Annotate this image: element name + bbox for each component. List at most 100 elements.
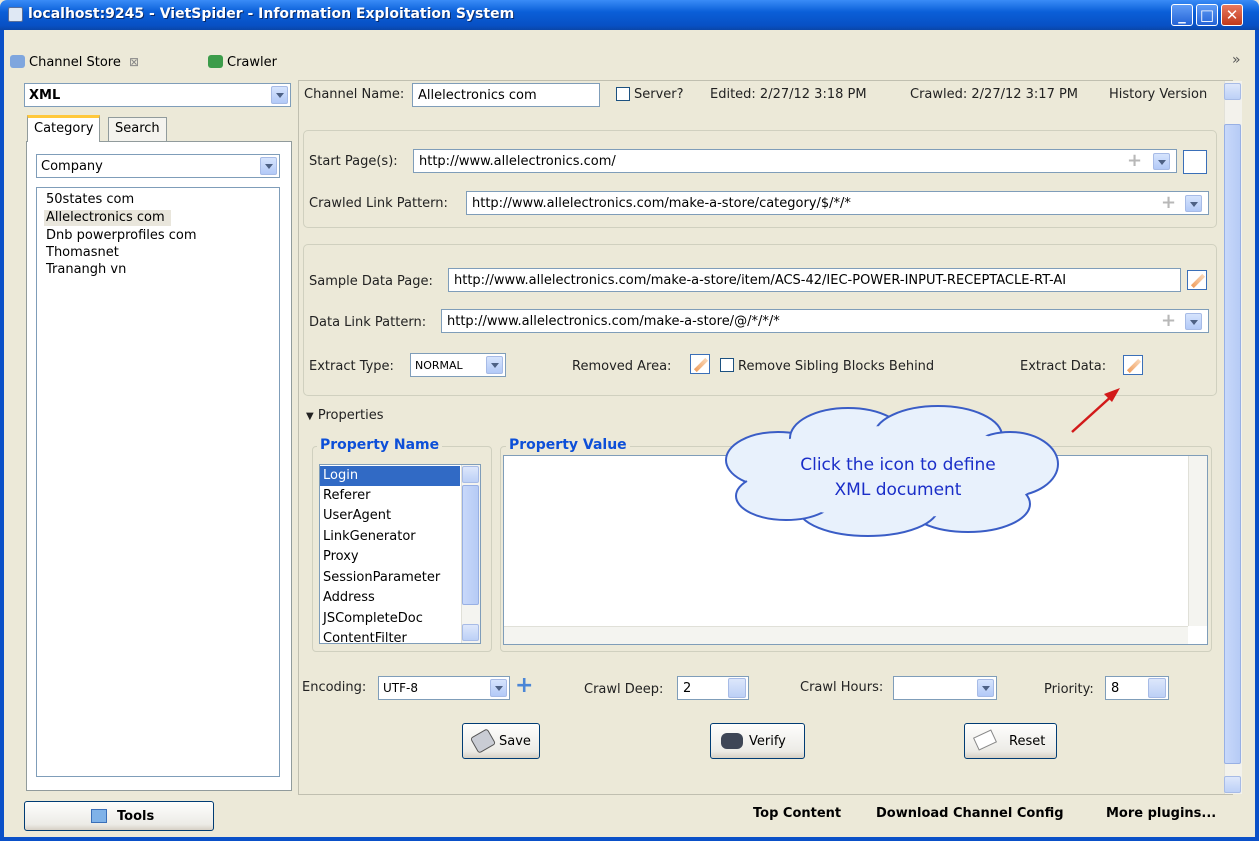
crawl-hours-select[interactable] [893, 676, 997, 700]
channel-name-label: Channel Name: [304, 87, 405, 102]
close-button[interactable]: ✕ [1221, 4, 1243, 26]
chevron-down-icon[interactable] [260, 157, 277, 175]
top-content-link[interactable]: Top Content [753, 806, 841, 821]
scroll-down-icon[interactable] [1224, 776, 1241, 793]
channel-store-icon [10, 55, 25, 68]
property-value-legend: Property Value [506, 437, 630, 453]
scroll-thumb[interactable] [1224, 124, 1241, 764]
tools-button[interactable]: Tools [24, 801, 214, 831]
reset-button[interactable]: Reset [964, 723, 1057, 759]
list-item[interactable]: Dnb powerprofiles com [46, 228, 197, 244]
extract-data-label: Extract Data: [1020, 359, 1107, 374]
list-item[interactable]: Proxy [323, 547, 359, 568]
verify-button[interactable]: Verify [710, 723, 805, 759]
minimize-button[interactable]: _ [1171, 4, 1193, 26]
title-bar[interactable]: localhost:9245 - VietSpider - Informatio… [0, 0, 1259, 30]
sample-data-page-input[interactable]: http://www.allelectronics.com/make-a-sto… [448, 268, 1181, 292]
add-icon[interactable]: + [1127, 152, 1142, 170]
category-value: Company [41, 159, 103, 174]
subtab-search[interactable]: Search [108, 117, 167, 141]
list-item[interactable]: SessionParameter [323, 568, 440, 589]
start-pages-input[interactable]: http://www.allelectronics.com/ [413, 149, 1177, 173]
property-value-hscrollbar[interactable] [504, 626, 1188, 644]
window-frame-right [1255, 30, 1259, 841]
list-item[interactable]: 50states com [46, 192, 134, 208]
history-version-link[interactable]: History Version [1109, 87, 1213, 102]
tools-icon [91, 809, 107, 823]
extract-type-label: Extract Type: [309, 359, 394, 374]
chevron-down-icon[interactable] [490, 679, 507, 697]
priority-spinner[interactable] [1148, 678, 1166, 698]
chevron-down-icon[interactable] [977, 679, 994, 697]
sample-data-page-label: Sample Data Page: [309, 274, 433, 289]
crawl-hours-label: Crawl Hours: [800, 680, 884, 695]
extract-type-select[interactable]: NORMAL [410, 353, 506, 377]
crawl-deep-value: 2 [683, 681, 692, 696]
edit-icon[interactable] [1187, 270, 1207, 290]
list-item-selected[interactable]: Login [323, 466, 358, 487]
remove-sibling-label: Remove Sibling Blocks Behind [738, 359, 935, 374]
list-item[interactable]: ContentFilter [323, 629, 407, 643]
subtab-search-label: Search [115, 121, 160, 136]
maximize-button[interactable]: □ [1196, 4, 1218, 26]
server-checkbox[interactable] [616, 87, 630, 101]
tab-strip [4, 30, 1255, 76]
crawl-deep-label: Crawl Deep: [584, 682, 664, 697]
channel-name-input[interactable]: Allelectronics com [412, 83, 600, 107]
remove-sibling-checkbox[interactable] [720, 358, 734, 372]
chevron-down-icon[interactable] [1153, 153, 1170, 170]
start-pages-value: http://www.allelectronics.com/ [419, 154, 616, 169]
crawled-timestamp: Crawled: 2/27/12 3:17 PM [910, 87, 1079, 102]
list-item[interactable]: JSCompleteDoc [323, 609, 423, 630]
server-label: Server? [634, 87, 684, 102]
triangle-down-icon: ▼ [306, 411, 314, 422]
scroll-up-icon[interactable] [1224, 83, 1241, 100]
removed-area-edit-icon[interactable] [690, 354, 710, 374]
scroll-thumb[interactable] [462, 485, 479, 605]
subtab-category-label: Category [34, 121, 94, 136]
list-item[interactable]: Address [323, 588, 375, 609]
data-link-label: Data Link Pattern: [309, 315, 427, 330]
properties-toggle[interactable]: ▼ Properties [306, 408, 384, 423]
open-page-icon[interactable] [1183, 150, 1207, 174]
channel-name-value: Allelectronics com [418, 88, 537, 103]
category-select[interactable]: Company [36, 154, 280, 178]
list-item-selected[interactable]: Allelectronics com [44, 210, 171, 226]
close-tab-icon[interactable]: ⊠ [129, 55, 139, 69]
scroll-down-icon[interactable] [462, 624, 479, 641]
tab-channel-store[interactable]: Channel Store ⊠ [10, 55, 139, 77]
list-item[interactable]: Referer [323, 486, 370, 507]
scroll-up-icon[interactable] [462, 466, 479, 483]
data-link-input[interactable]: http://www.allelectronics.com/make-a-sto… [441, 309, 1209, 333]
crawler-icon [208, 55, 223, 68]
chevron-down-icon[interactable] [1185, 195, 1202, 212]
chevron-down-icon[interactable] [271, 86, 288, 104]
window-frame-left [0, 30, 4, 841]
list-item[interactable]: Tranangh vn [46, 262, 126, 278]
encoding-value: UTF-8 [383, 681, 418, 695]
chevron-down-icon[interactable] [486, 356, 503, 374]
download-channel-config-link[interactable]: Download Channel Config [876, 806, 1064, 821]
crawl-deep-spinner[interactable] [728, 678, 746, 698]
list-item[interactable]: UserAgent [323, 506, 391, 527]
chevron-down-icon[interactable] [1185, 313, 1202, 330]
callout-line-1: Click the icon to define [800, 455, 996, 475]
property-value-scrollbar[interactable] [1188, 456, 1207, 626]
subtab-category[interactable]: Category [27, 115, 101, 142]
priority-label: Priority: [1044, 682, 1094, 697]
list-item[interactable]: Thomasnet [46, 245, 119, 261]
encoding-select[interactable]: UTF-8 [378, 676, 510, 700]
tab-crawler[interactable]: Crawler [208, 55, 277, 77]
chevron-overflow-icon[interactable]: » [1232, 52, 1241, 68]
more-plugins-link[interactable]: More plugins... [1106, 806, 1216, 821]
add-icon[interactable]: + [1161, 312, 1176, 330]
data-type-select[interactable]: XML [24, 83, 291, 107]
add-encoding-icon[interactable]: + [515, 673, 533, 698]
save-button[interactable]: Save [462, 723, 540, 759]
crawled-link-input[interactable]: http://www.allelectronics.com/make-a-sto… [466, 191, 1209, 215]
crawled-link-value: http://www.allelectronics.com/make-a-sto… [472, 196, 851, 211]
eraser-icon [972, 729, 998, 751]
extract-data-edit-icon[interactable] [1123, 355, 1143, 375]
list-item[interactable]: LinkGenerator [323, 527, 416, 548]
add-icon[interactable]: + [1161, 194, 1176, 212]
